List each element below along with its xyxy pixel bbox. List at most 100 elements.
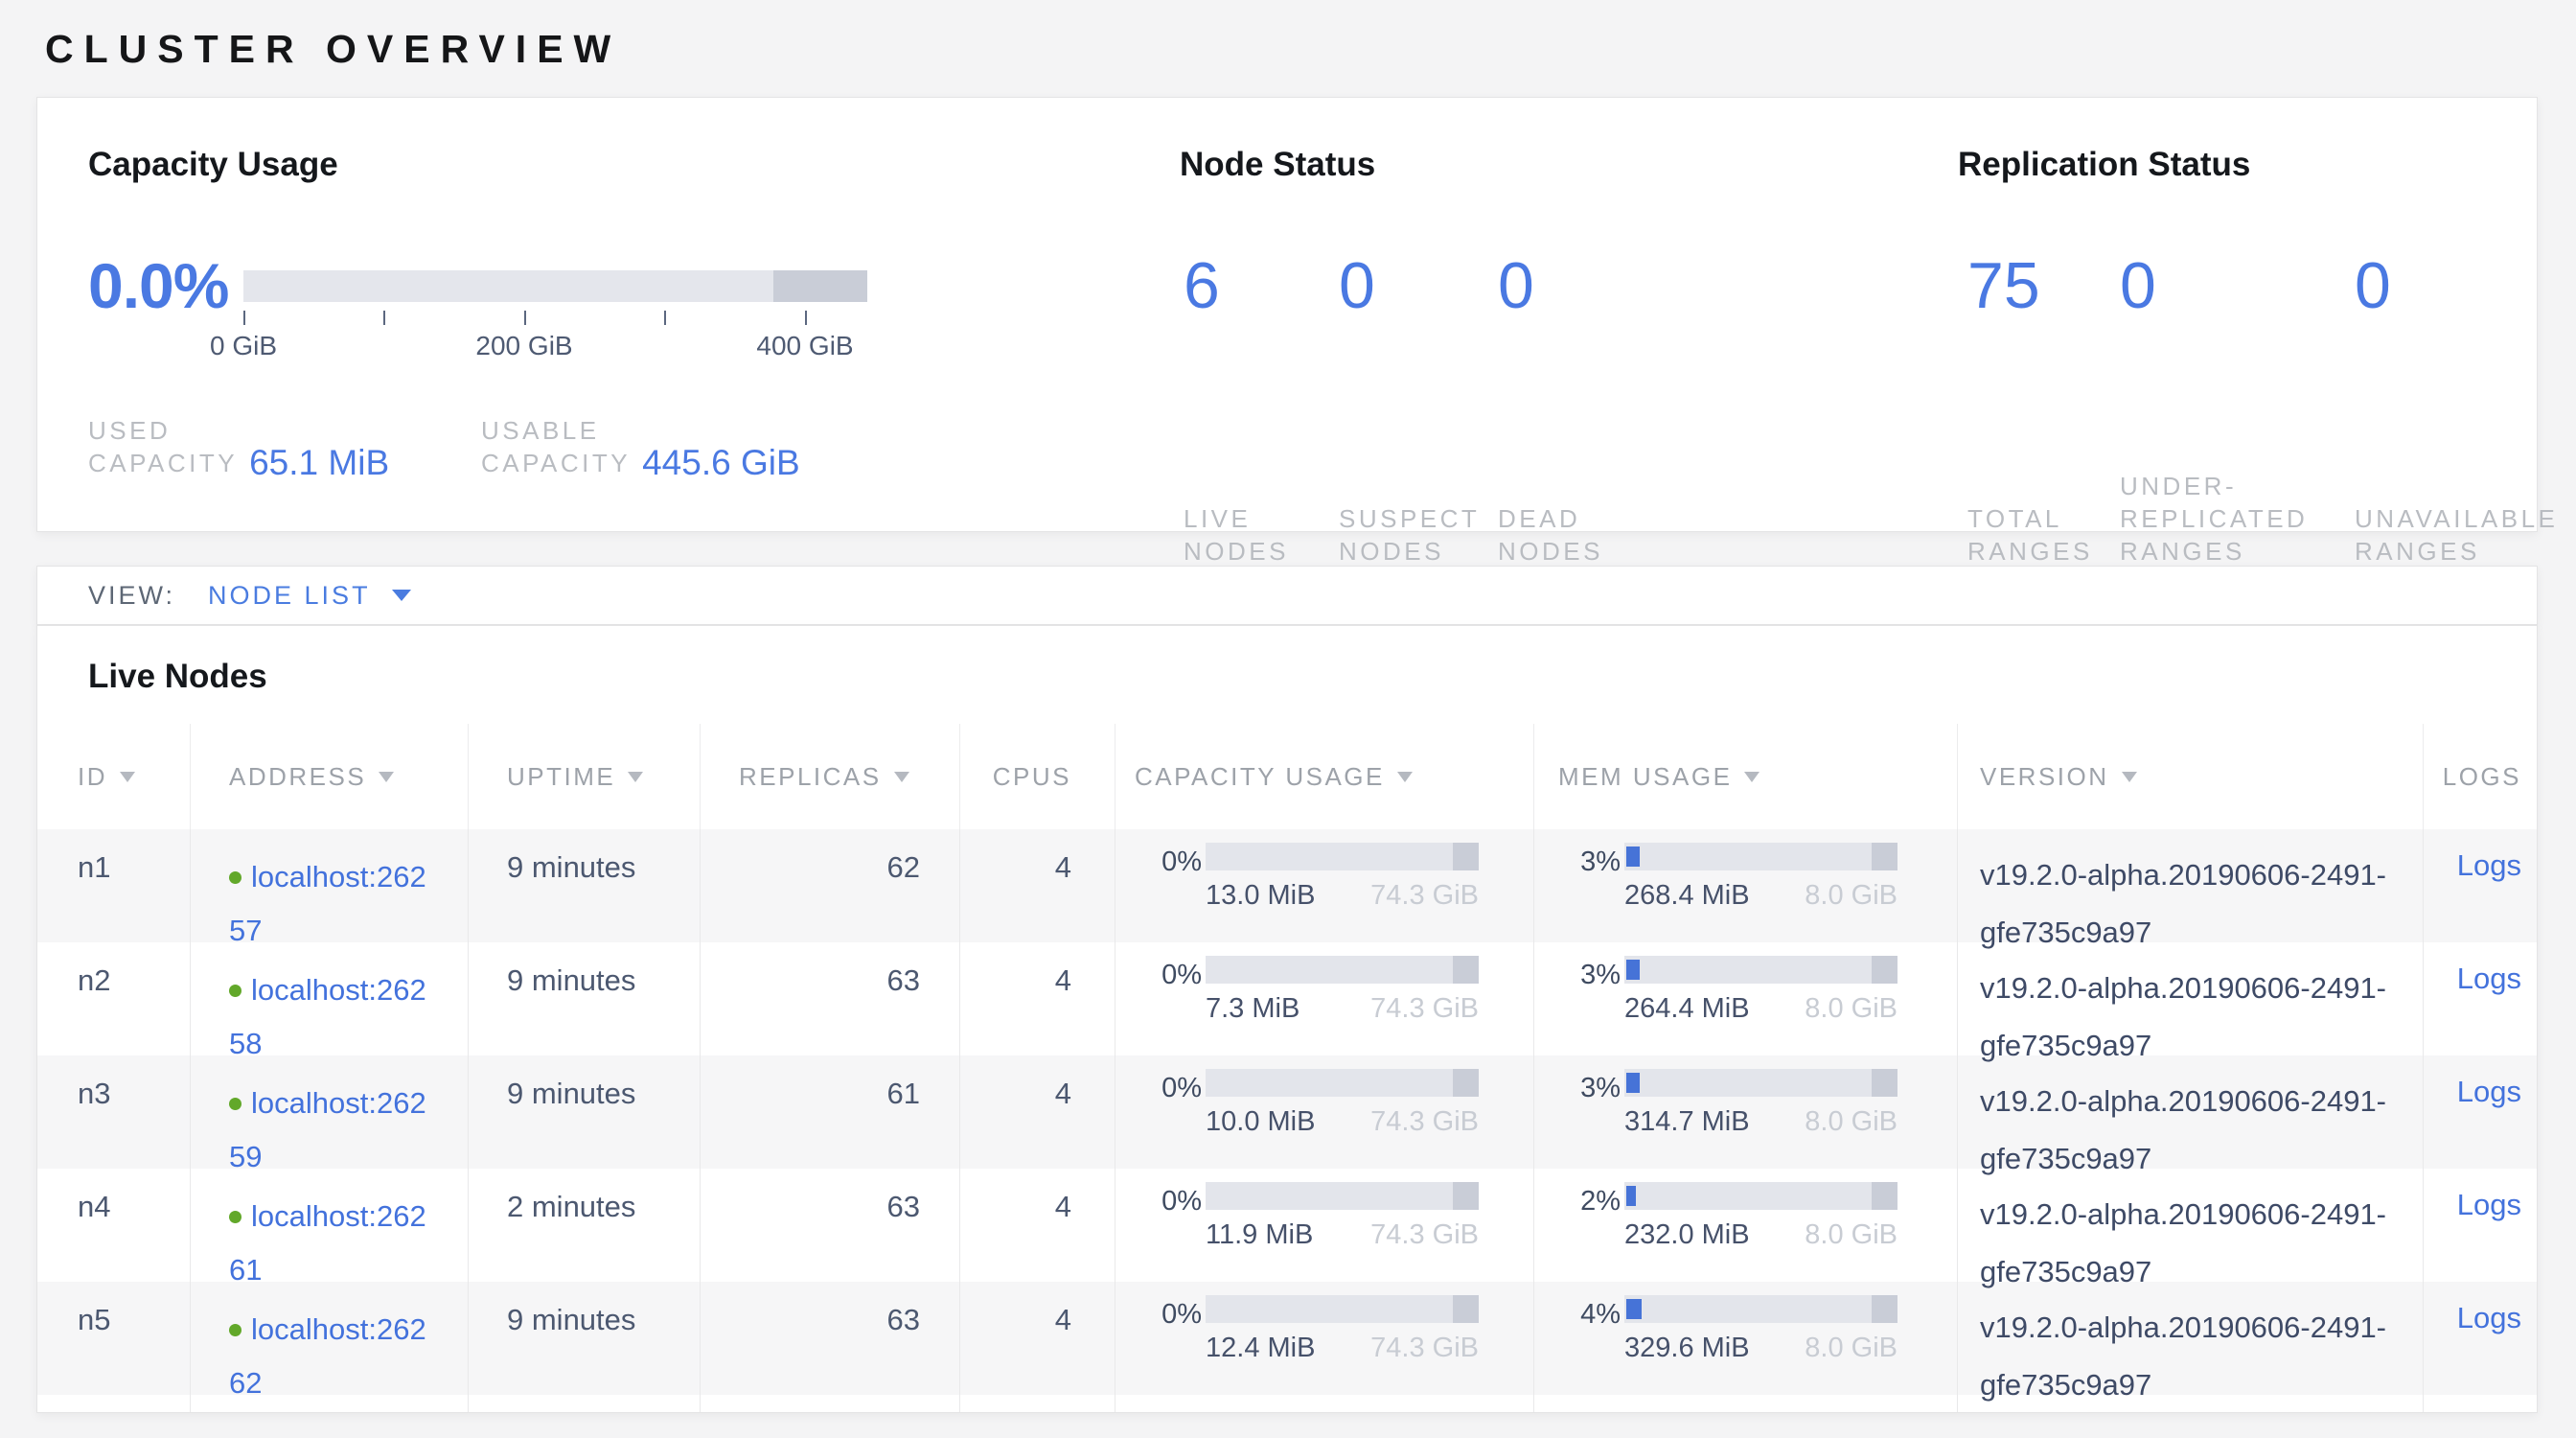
column-header-uptime[interactable]: UPTIME	[469, 724, 701, 829]
dead-nodes-count: 0	[1498, 251, 1705, 320]
dead-nodes-label: DEAD NODES	[1498, 502, 1705, 568]
memory-bar-fill	[1626, 847, 1640, 867]
unavailable-ranges-label: UNAVAILABLE RANGES	[2355, 502, 2576, 568]
node-capacity-usage-cell: 0% 12.4 MiB 74.3 GiB	[1116, 1282, 1534, 1395]
live-nodes-count: 6	[1184, 251, 1335, 320]
column-header-capacity-usage[interactable]: CAPACITY USAGE	[1116, 724, 1534, 829]
capacity-bar-reserved-segment	[1453, 843, 1479, 870]
node-id: n1	[78, 850, 110, 884]
total-ranges-count: 75	[1967, 251, 2110, 320]
memory-mini-bar	[1624, 1069, 1898, 1097]
node-address-link[interactable]: localhost:26262	[229, 1312, 426, 1400]
capacity-bar-reserved-segment	[1453, 956, 1479, 984]
memory-percent: 3%	[1558, 1069, 1621, 1138]
node-mem-usage-cell: 3% 314.7 MiB 8.0 GiB	[1534, 1055, 1958, 1169]
memory-mini-bar	[1624, 1295, 1898, 1323]
used-capacity-value: 65.1 MiB	[249, 443, 389, 483]
memory-bar-fill	[1626, 960, 1640, 980]
capacity-stats: USED CAPACITY 65.1 MiB USABLE CAPACITY 4…	[88, 414, 800, 479]
view-selector-dropdown[interactable]: NODE LIST	[208, 581, 411, 611]
logs-link[interactable]: Logs	[2457, 1075, 2521, 1108]
live-nodes-card: Live Nodes ID ADDRESS UPTIME REPLICAS CP…	[36, 625, 2538, 1413]
node-id: n3	[78, 1077, 110, 1110]
node-replicas-cell: 63	[701, 1282, 960, 1395]
node-version-cell: v19.2.0-alpha.20190606-2491-gfe735c9a97	[1958, 942, 2424, 1055]
node-address-link[interactable]: localhost:26258	[229, 973, 426, 1060]
capacity-mini-bar	[1206, 956, 1479, 984]
usable-capacity-label: USABLE CAPACITY	[481, 414, 631, 479]
memory-total-value: 8.0 GiB	[1805, 880, 1898, 912]
node-uptime-cell: 9 minutes	[469, 942, 701, 1055]
table-row: n2 localhost:26258 9 minutes 63 4 0% 7.3…	[37, 942, 2537, 1055]
column-header-replicas[interactable]: REPLICAS	[701, 724, 960, 829]
node-capacity-usage-cell: 0% 7.3 MiB 74.3 GiB	[1116, 942, 1534, 1055]
used-capacity-label: USED CAPACITY	[88, 414, 238, 479]
total-ranges-label: TOTAL RANGES	[1967, 502, 2110, 568]
suspect-nodes-label: SUSPECT NODES	[1339, 502, 1494, 568]
node-cpus-cell: 4	[960, 942, 1116, 1055]
live-nodes-heading: Live Nodes	[88, 658, 267, 696]
node-uptime-cell: 9 minutes	[469, 1055, 701, 1169]
live-nodes-stat: 6 LIVE NODES	[1180, 251, 1335, 568]
under-replicated-ranges-stat: 0 UNDER- REPLICATED RANGES	[2110, 251, 2345, 568]
sort-arrow-icon	[1744, 772, 1760, 782]
node-version-cell: v19.2.0-alpha.20190606-2491-gfe735c9a97	[1958, 829, 2424, 942]
capacity-percent: 0%	[1135, 1295, 1202, 1364]
node-capacity-usage-cell: 0% 11.9 MiB 74.3 GiB	[1116, 1169, 1534, 1282]
capacity-mini-bar	[1206, 1295, 1479, 1323]
dead-nodes-stat: 0 DEAD NODES	[1494, 251, 1705, 568]
node-address-link[interactable]: localhost:26257	[229, 860, 426, 947]
column-header-address[interactable]: ADDRESS	[191, 724, 469, 829]
chevron-down-icon	[392, 590, 411, 601]
column-header-version[interactable]: VERSION	[1958, 724, 2424, 829]
logs-link[interactable]: Logs	[2457, 962, 2521, 995]
node-address-cell: localhost:26258	[191, 942, 469, 1055]
capacity-total-value: 74.3 GiB	[1370, 1106, 1479, 1138]
capacity-percent: 0%	[1135, 1182, 1202, 1251]
usable-capacity-stat: USABLE CAPACITY 445.6 GiB	[481, 414, 800, 479]
node-address-cell: localhost:26259	[191, 1055, 469, 1169]
column-header-mem-usage[interactable]: MEM USAGE	[1534, 724, 1958, 829]
capacity-used-value: 7.3 MiB	[1206, 993, 1300, 1025]
node-id-cell: n4	[37, 1169, 191, 1282]
node-version-cell: v19.2.0-alpha.20190606-2491-gfe735c9a97	[1958, 1169, 2424, 1282]
under-replicated-ranges-label: UNDER- REPLICATED RANGES	[2120, 470, 2345, 568]
node-capacity-usage-cell: 0% 10.0 MiB 74.3 GiB	[1116, 1055, 1534, 1169]
logs-link[interactable]: Logs	[2457, 1188, 2521, 1221]
memory-percent: 3%	[1558, 843, 1621, 912]
memory-used-value: 264.4 MiB	[1624, 993, 1750, 1025]
logs-link[interactable]: Logs	[2457, 1301, 2521, 1334]
capacity-total-value: 74.3 GiB	[1370, 1333, 1479, 1364]
node-address-link[interactable]: localhost:26259	[229, 1086, 426, 1173]
logs-link[interactable]: Logs	[2457, 848, 2521, 882]
capacity-bar-reserved-segment	[1453, 1295, 1479, 1323]
node-replicas-cell: 63	[701, 1169, 960, 1282]
memory-bar-reserved-segment	[1872, 956, 1898, 984]
node-logs-cell: Logs	[2424, 1282, 2537, 1395]
capacity-usage-heading: Capacity Usage	[88, 146, 338, 184]
memory-mini-bar	[1624, 956, 1898, 984]
memory-bar-fill	[1626, 1186, 1636, 1206]
unavailable-ranges-count: 0	[2355, 251, 2576, 320]
node-live-status-icon	[229, 871, 242, 884]
usable-capacity-value: 445.6 GiB	[642, 443, 800, 483]
sort-arrow-icon	[379, 772, 394, 782]
capacity-used-percent: 0.0%	[88, 251, 243, 320]
table-header: ID ADDRESS UPTIME REPLICAS CPUS CAPACITY…	[37, 724, 2537, 829]
node-address-cell: localhost:26262	[191, 1282, 469, 1395]
view-label: VIEW:	[88, 581, 175, 611]
node-address-link[interactable]: localhost:26261	[229, 1199, 426, 1287]
node-replicas-cell: 61	[701, 1055, 960, 1169]
node-id: n5	[78, 1303, 110, 1336]
capacity-used-value: 10.0 MiB	[1206, 1106, 1315, 1138]
node-version-cell: v19.2.0-alpha.20190606-2491-gfe735c9a97	[1958, 1282, 2424, 1395]
sort-arrow-icon	[120, 772, 135, 782]
capacity-mini-bar	[1206, 843, 1479, 870]
axis-tick-label: 400 GiB	[756, 331, 853, 361]
column-header-id[interactable]: ID	[37, 724, 191, 829]
capacity-percent: 0%	[1135, 956, 1202, 1025]
node-logs-cell: Logs	[2424, 829, 2537, 942]
memory-total-value: 8.0 GiB	[1805, 1106, 1898, 1138]
capacity-bar-reserved-segment	[1453, 1182, 1479, 1210]
node-replicas-cell: 62	[701, 829, 960, 942]
